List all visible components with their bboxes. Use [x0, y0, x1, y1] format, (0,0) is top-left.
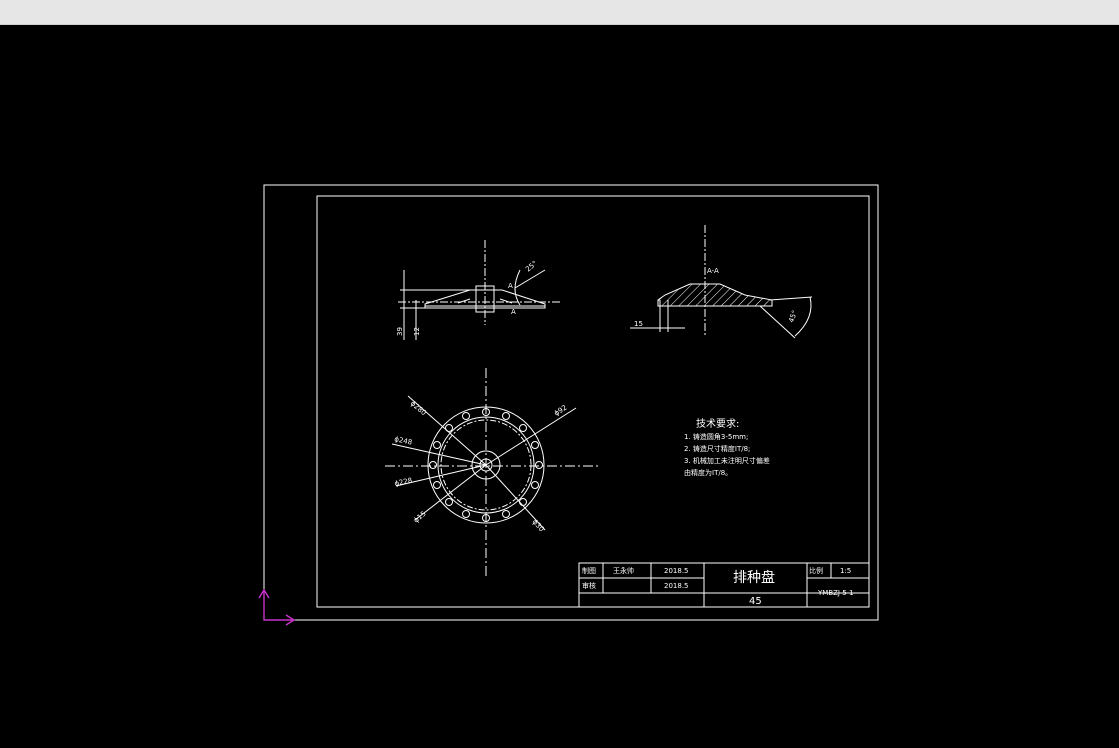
notes-item-2: 2. 铸造尺寸精度IT/8; — [684, 444, 750, 453]
plan-view — [385, 368, 600, 578]
notes-item-4: 由精度为IT/8。 — [684, 468, 732, 477]
hole — [462, 510, 470, 518]
hole — [531, 481, 539, 489]
title-row1-label: 制图 — [582, 566, 596, 575]
material: 45 — [749, 596, 762, 607]
scale-label: 比例 — [809, 566, 823, 575]
hole — [519, 498, 527, 506]
hole — [502, 412, 510, 420]
hole — [462, 412, 470, 420]
title-row1-name: 王永帅 — [613, 566, 634, 575]
drawing-number: YMBZJ 5-1 — [817, 589, 854, 597]
plan-dim-92: ϕ92 — [553, 404, 569, 418]
hole — [433, 441, 441, 449]
hole — [445, 498, 453, 506]
plan-dim-30: ϕ30 — [531, 518, 546, 533]
title-row2-label: 审核 — [582, 581, 596, 590]
notes-item-1: 1. 铸造圆角3-5mm; — [684, 432, 748, 441]
side-dim-12: 12 — [413, 327, 421, 336]
side-view — [398, 240, 560, 340]
top-bar — [0, 0, 1119, 25]
outer-frame — [263, 184, 879, 621]
hole — [502, 510, 510, 518]
plan-dim-228: ϕ228 — [394, 476, 413, 488]
hole — [433, 481, 441, 489]
section-title: A-A — [707, 267, 719, 275]
title-row1-date: 2018.5 — [664, 567, 689, 575]
part-name: 排种盘 — [733, 569, 775, 586]
section-dim-15: 15 — [634, 320, 643, 328]
notes-item-3: 3. 机械加工未注明尺寸偏差 — [684, 456, 770, 465]
inner-frame — [316, 195, 870, 608]
section-dim-45: 45° — [787, 309, 799, 323]
side-label-a-top: A — [508, 282, 513, 290]
plan-dim-280: ϕ280 — [409, 399, 428, 417]
drawing-svg: 25° 39 12 A A A-A 15 45° ϕ280 ϕ248 ϕ228 … — [258, 184, 879, 626]
side-dim-25: 25° — [524, 259, 539, 273]
cad-drawing-canvas[interactable]: 25° 39 12 A A A-A 15 45° ϕ280 ϕ248 ϕ228 … — [0, 25, 1119, 748]
side-dim-39: 39 — [396, 327, 404, 336]
hole — [535, 461, 543, 469]
title-row2-date: 2018.5 — [664, 582, 689, 590]
notes-title: 技术要求: — [696, 417, 739, 430]
hole — [519, 424, 527, 432]
section-view — [630, 225, 813, 339]
ucs-icon — [258, 588, 296, 626]
hole — [429, 461, 437, 469]
hole — [531, 441, 539, 449]
scale-value: 1:5 — [840, 567, 851, 575]
side-label-a-bottom: A — [511, 308, 516, 316]
